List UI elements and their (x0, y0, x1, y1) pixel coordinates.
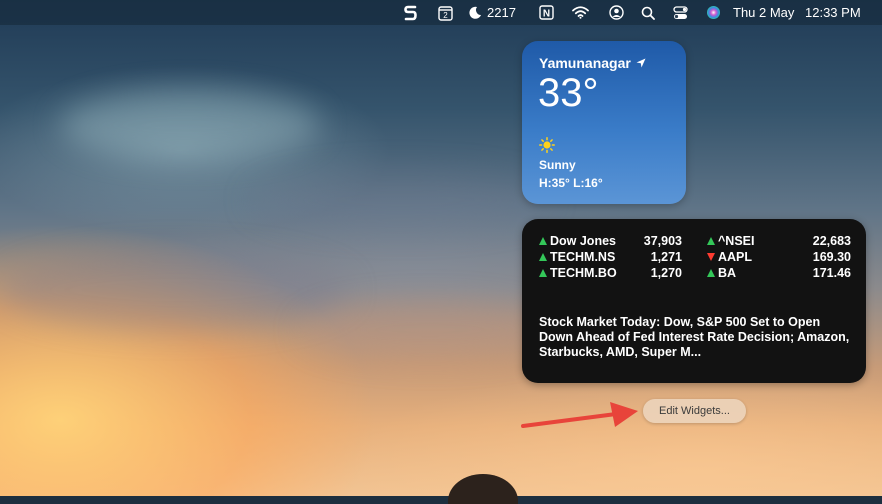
cloud (300, 300, 560, 360)
stock-row[interactable]: ^NSEI 22,683 (707, 234, 851, 250)
weather-location: Yamunanagar (539, 55, 646, 71)
edit-widgets-button[interactable]: Edit Widgets... (643, 399, 746, 423)
weather-city: Yamunanagar (539, 55, 631, 71)
stock-name: ^NSEI (718, 234, 755, 248)
cloud (60, 90, 320, 160)
location-arrow-icon (636, 58, 646, 68)
sun-icon (539, 137, 555, 158)
moon-status-item[interactable]: 2217 (468, 0, 524, 25)
weather-condition: Sunny (539, 158, 576, 172)
notion-icon[interactable]: N (536, 0, 556, 25)
up-triangle-icon (707, 237, 715, 245)
stock-value: 22,683 (812, 234, 851, 248)
news-headline[interactable]: Stock Market Today: Dow, S&P 500 Set to … (539, 315, 851, 360)
menubar-date[interactable]: Thu 2 May (733, 0, 803, 25)
stock-name: BA (718, 266, 737, 280)
menu-bar: 2 2217 N Thu 2 May 12:33 PM (0, 0, 882, 25)
cloud (250, 170, 550, 230)
stock-value: 1,271 (650, 250, 682, 264)
stock-name: TECHM.BO (550, 266, 617, 280)
cloud (0, 250, 350, 330)
stock-name: TECHM.NS (550, 250, 616, 264)
stocks-widget[interactable]: Dow Jones 37,903 TECHM.NS 1,271 TECHM.BO… (522, 219, 866, 383)
down-triangle-icon (707, 253, 715, 261)
weather-high-low: H:35° L:16° (539, 176, 603, 190)
user-icon[interactable] (606, 0, 626, 25)
moon-icon (469, 6, 481, 19)
up-triangle-icon (539, 237, 547, 245)
up-triangle-icon (539, 269, 547, 277)
stock-value: 171.46 (812, 266, 851, 280)
stock-name: AAPL (718, 250, 753, 264)
calendar-badge: 2 (443, 11, 448, 20)
stock-value: 37,903 (643, 234, 682, 248)
calendar-icon[interactable]: 2 (435, 0, 455, 25)
up-triangle-icon (539, 253, 547, 261)
stock-row[interactable]: TECHM.BO 1,270 (539, 266, 682, 282)
weather-widget[interactable]: Yamunanagar 33° Sunny H:35° L:16° (522, 41, 686, 204)
annotation-arrow-icon (521, 402, 638, 428)
stock-row[interactable]: AAPL 169.30 (707, 250, 851, 266)
stock-row[interactable]: TECHM.NS 1,271 (539, 250, 682, 266)
up-triangle-icon (707, 269, 715, 277)
siri-icon[interactable] (703, 0, 723, 25)
control-center-icon[interactable] (670, 0, 690, 25)
menubar-time[interactable]: 12:33 PM (805, 0, 867, 25)
stock-name: Dow Jones (550, 234, 616, 248)
s-app-icon[interactable] (400, 0, 420, 25)
weather-temperature: 33° (538, 71, 599, 115)
island-silhouette (448, 474, 518, 504)
stock-value: 169.30 (812, 250, 851, 264)
stock-value: 1,270 (650, 266, 682, 280)
search-icon[interactable] (638, 0, 658, 25)
stock-row[interactable]: Dow Jones 37,903 (539, 234, 682, 250)
wifi-icon[interactable] (570, 0, 590, 25)
stock-row[interactable]: BA 171.46 (707, 266, 851, 282)
moon-count: 2217 (487, 5, 516, 20)
notion-letter: N (542, 9, 549, 20)
